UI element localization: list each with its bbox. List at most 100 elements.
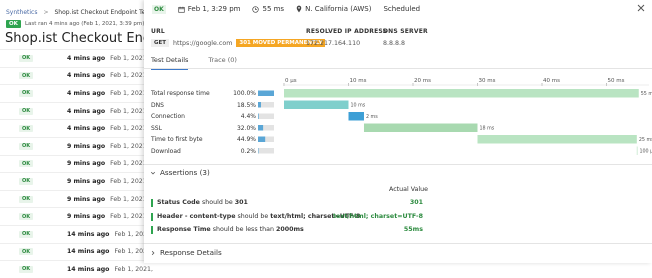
row-time-ago: 4 mins ago <box>67 107 106 115</box>
result-location: N. California (AWS) <box>305 5 372 13</box>
row-date: Feb 1, 2021, <box>110 125 149 133</box>
timing-bar-label: 100 µs <box>639 149 652 155</box>
row-time-ago: 9 mins ago <box>67 195 106 203</box>
table-row[interactable]: OK 9 mins ago Feb 1, 2021, <box>0 207 160 225</box>
assertions-header[interactable]: Assertions (3) <box>150 168 210 177</box>
table-row[interactable]: OK 14 mins ago Feb 1, 2021, <box>0 242 160 261</box>
row-date: Feb 1, 2021, <box>110 142 149 150</box>
location-item: N. California (AWS) <box>296 5 371 13</box>
row-status-badge: OK <box>19 107 33 115</box>
row-time-ago: 4 mins ago <box>67 54 106 62</box>
row-status-badge: OK <box>19 213 33 221</box>
test-result-panel: OK Feb 1, 3:29 pm 55 ms N. California (A… <box>144 0 652 263</box>
date-item: Feb 1, 3:29 pm <box>178 5 240 13</box>
timeline-tick-label: 10 ms <box>350 78 367 84</box>
row-status-badge: OK <box>19 265 33 273</box>
row-time-ago: 4 mins ago <box>67 72 106 80</box>
row-status-badge: OK <box>19 89 33 97</box>
assertion-row: Response Time should be less than 2000ms <box>151 226 437 234</box>
row-status-badge: OK <box>19 160 33 168</box>
table-row[interactable]: OK 4 mins ago Feb 1, 2021, <box>0 119 160 137</box>
table-row[interactable]: OK 9 mins ago Feb 1, 2021, <box>0 154 160 173</box>
breadcrumb-separator: > <box>43 9 49 16</box>
timing-bar <box>363 123 478 132</box>
assertion-operator: should be less than <box>212 226 274 233</box>
row-date: Feb 1, 2021, <box>110 213 149 221</box>
percent-bar-track <box>258 113 274 119</box>
percent-bar-fill <box>258 90 274 96</box>
row-date: Feb 1, 2021, <box>110 160 149 168</box>
url-row: GET https://google.com 301 MOVED PERMANE… <box>151 39 326 47</box>
last-run-info: OK Last ran 4 mins ago (Feb 1, 2021, 3:3… <box>6 20 144 28</box>
assertion-row: Status Code should be 301 <box>151 199 437 207</box>
calendar-icon <box>178 6 185 13</box>
result-duration: 55 ms <box>262 5 285 13</box>
assertion-actual-value: 55ms <box>403 226 423 233</box>
table-row[interactable]: OK 14 mins ago Feb 1, 2021, <box>0 224 160 243</box>
assertion-subject: Status Code <box>157 199 200 206</box>
panel-header: OK Feb 1, 3:29 pm 55 ms N. California (A… <box>144 0 652 18</box>
timing-bar-label: 10 ms <box>351 103 366 109</box>
assertion-expected: 2000ms <box>275 226 304 233</box>
row-status-badge: OK <box>19 230 33 238</box>
row-date: Feb 1, 2021, <box>110 177 149 185</box>
timeline-tick-label: 30 ms <box>479 78 496 84</box>
table-row[interactable]: OK 4 mins ago Feb 1, 2021, <box>0 84 160 102</box>
url-value: https://google.com <box>173 39 233 47</box>
row-status-badge: OK <box>19 72 33 80</box>
resolved-ip-value: 172.217.164.110 <box>306 40 361 47</box>
assertion-expected: 301 <box>234 199 248 206</box>
percent-bar-fill <box>258 125 264 131</box>
table-row[interactable]: OK 9 mins ago Feb 1, 2021, <box>0 136 160 155</box>
timing-bar-label: 18 ms <box>480 126 495 132</box>
row-time-ago: 9 mins ago <box>67 213 106 221</box>
row-status-badge: OK <box>19 142 33 150</box>
breadcrumb: Synthetics > Shop.ist Checkout Endpoint Te… <box>6 9 151 16</box>
row-time-ago: 9 mins ago <box>67 177 106 185</box>
row-date: Feb 1, 2021, <box>110 54 149 62</box>
breadcrumb-synthetics[interactable]: Synthetics <box>6 9 37 16</box>
percent-bar-fill <box>258 148 259 154</box>
row-time-ago: 14 mins ago <box>67 230 110 238</box>
response-details-title: Response Details <box>160 248 222 257</box>
row-status-badge: OK <box>19 54 33 62</box>
response-divider <box>144 243 652 244</box>
row-date: Feb 1, 2021, <box>110 195 149 203</box>
actual-value-header: Actual Value <box>389 186 429 193</box>
table-row[interactable]: OK 9 mins ago Feb 1, 2021, <box>0 172 160 190</box>
assertion-operator: should be <box>237 212 269 220</box>
timing-bar-label: 2 ms <box>366 114 378 120</box>
timeline-tick-label: 40 ms <box>543 78 560 84</box>
table-row[interactable]: OK 4 mins ago Feb 1, 2021, <box>0 66 160 85</box>
timing-bar-label: 25 ms <box>639 137 652 143</box>
http-method-badge: GET <box>151 39 170 47</box>
table-row[interactable]: OK 9 mins ago Feb 1, 2021, <box>0 189 160 208</box>
timing-bar <box>477 135 637 144</box>
close-icon[interactable] <box>636 3 646 13</box>
row-date: Feb 1, 2021, <box>114 265 153 273</box>
row-status-badge: OK <box>19 125 33 133</box>
result-status-badge: OK <box>152 4 166 14</box>
test-run-list: OK 4 mins ago Feb 1, 2021, OK 4 mins ago Feb … <box>0 49 160 278</box>
row-time-ago: 9 mins ago <box>67 160 106 168</box>
assertion-actual-value: 301 <box>409 199 423 206</box>
assertion-subject: Response Time <box>157 226 211 233</box>
resolved-ip-label: RESOLVED IP ADDRESS <box>306 28 388 35</box>
percent-bar-fill <box>258 113 259 119</box>
dns-server-label: DNS SERVER <box>383 28 428 35</box>
chevron-right-icon <box>151 250 155 255</box>
timeline-tick-label: 50 ms <box>608 78 625 84</box>
timing-bar <box>284 89 639 98</box>
table-row[interactable]: OK 4 mins ago Feb 1, 2021, <box>0 49 160 67</box>
percent-bar-fill <box>258 102 261 108</box>
row-date: Feb 1, 2021, <box>110 107 149 115</box>
row-date: Feb 1, 2021, <box>110 72 149 80</box>
clock-icon <box>252 5 260 13</box>
row-time-ago: 14 mins ago <box>67 265 110 273</box>
timing-bar <box>348 112 364 121</box>
last-run-text: Last ran 4 mins ago (Feb 1, 2021, 3:39 p… <box>24 21 145 27</box>
table-row[interactable]: OK 4 mins ago Feb 1, 2021, <box>0 101 160 120</box>
timing-bar <box>284 100 349 109</box>
response-details-header[interactable]: Response Details <box>150 248 222 257</box>
assertion-operator: should be <box>201 199 233 206</box>
